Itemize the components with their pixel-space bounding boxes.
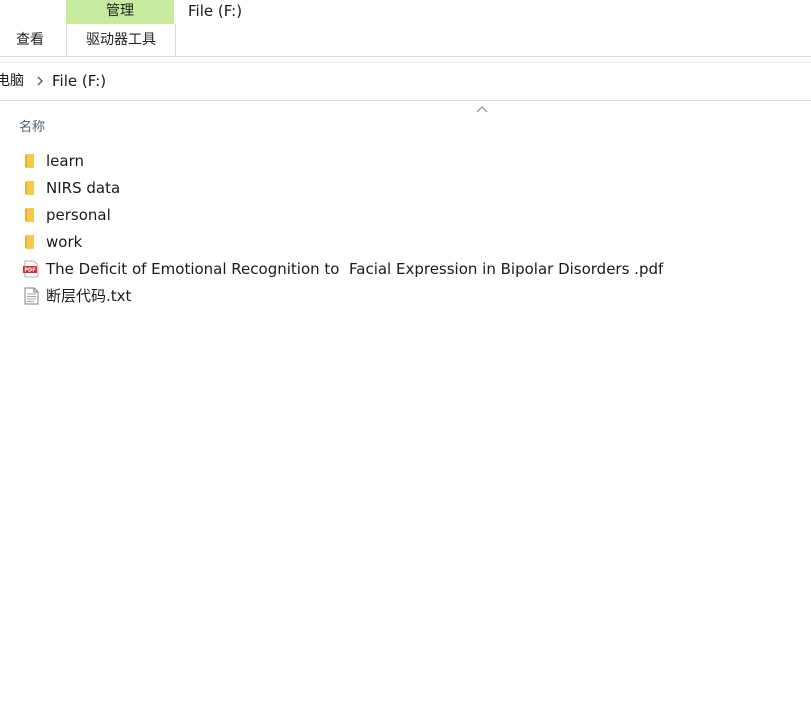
file-name: NIRS data <box>46 179 121 197</box>
folder-icon <box>25 181 34 195</box>
file-row-txt[interactable]: 断层代码.txt <box>0 283 811 310</box>
tab-view[interactable]: 查看 <box>0 24 60 56</box>
folder-icon <box>25 235 34 249</box>
ribbon: 管理 File (F:) 查看 驱动器工具 <box>0 0 811 56</box>
breadcrumb-drive-f[interactable]: File (F:) <box>52 71 106 91</box>
svg-text:PDF: PDF <box>24 268 35 274</box>
file-row-work[interactable]: work <box>0 229 811 256</box>
address-bar[interactable]: 电脑 File (F:) <box>0 63 811 99</box>
file-row-pdf[interactable]: PDF The Deficit of Emotional Recognition… <box>0 256 811 283</box>
ribbon-divider <box>0 56 811 57</box>
context-tab-group-manage[interactable]: 管理 <box>66 0 174 24</box>
file-name: work <box>46 233 83 251</box>
folder-icon <box>25 154 34 168</box>
text-file-icon <box>24 287 39 305</box>
column-header-name[interactable]: 名称 <box>19 116 45 135</box>
tab-drive-tools[interactable]: 驱动器工具 <box>66 24 176 56</box>
window-title: File (F:) <box>188 2 243 20</box>
file-list: learn NIRS data personal work PDF The De… <box>0 148 811 310</box>
chevron-right-icon[interactable] <box>35 73 45 89</box>
file-explorer-window: 管理 File (F:) 查看 驱动器工具 电脑 File (F:) 名称 le… <box>0 0 811 713</box>
breadcrumb-this-pc[interactable]: 电脑 <box>0 71 24 91</box>
pdf-icon: PDF <box>23 260 39 278</box>
file-row-learn[interactable]: learn <box>0 148 811 175</box>
file-name: 断层代码.txt <box>46 287 132 305</box>
sort-ascending-icon <box>476 106 488 113</box>
file-name: The Deficit of Emotional Recognition to … <box>46 260 664 278</box>
file-row-nirs-data[interactable]: NIRS data <box>0 175 811 202</box>
file-name: learn <box>46 152 84 170</box>
file-name: personal <box>46 206 111 224</box>
column-header-row: 名称 <box>0 101 811 139</box>
file-row-personal[interactable]: personal <box>0 202 811 229</box>
folder-icon <box>25 208 34 222</box>
